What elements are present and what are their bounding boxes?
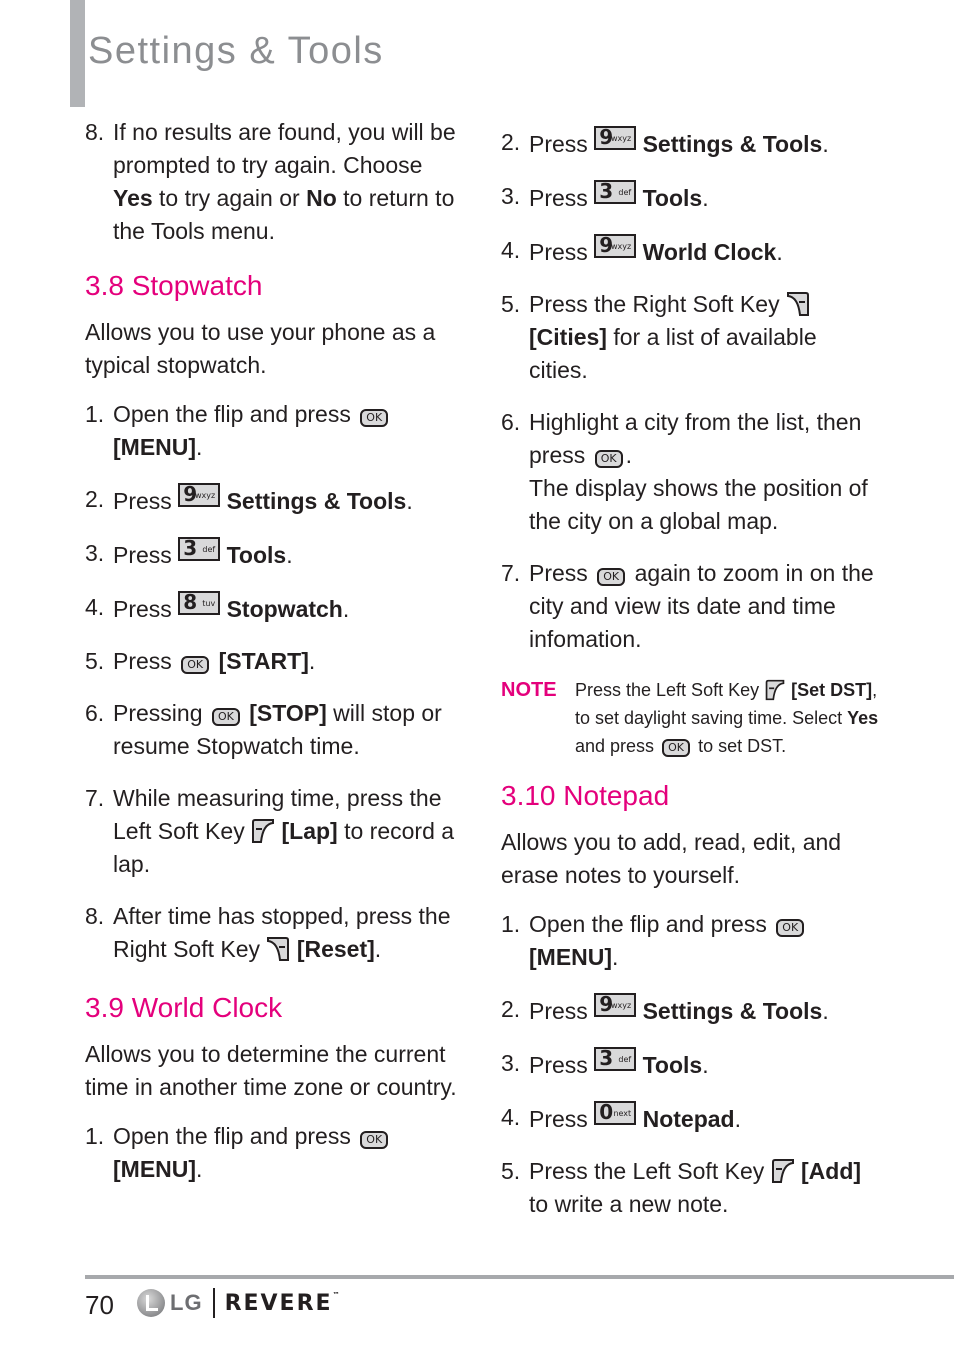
list-item: 7. While measuring time, press the Left S… [85,785,455,877]
list-item: 5. Press the Left Soft Key [Add] to write… [501,1158,862,1217]
ok-key-icon: OK [181,656,210,674]
ok-key-icon: OK [776,919,805,937]
right-soft-key-icon [267,937,290,961]
list-item: 8. If no results are found, you will be p… [85,119,456,244]
key-0-icon: 0 next [594,1101,637,1125]
list-item: 1. Open the flip and press OK [MENU]. [85,398,465,464]
title-bar-accent [70,0,85,107]
list-item: 6. Pressing OK [STOP] will stop or resume… [85,700,442,759]
list-item: 3. Press 3 def Tools. [85,536,293,568]
list-item: 3. Press 3 def Tools. [501,1046,709,1078]
note-body: Press the Left Soft Key [Set DST], to se… [575,679,879,757]
list-item: 3. Press 3 def Tools. [501,179,709,211]
key-9-icon: 9 wxyz [594,993,637,1017]
key-3-icon: 3 def [594,180,637,204]
key-3-icon: 3 def [178,537,221,561]
list-item: 5. Press the Right Soft Key [Cities] for … [501,291,817,383]
ok-key-icon: OK [360,1131,389,1149]
section-heading-notepad: 3.10 Notepad [501,780,670,811]
section-description: Allows you to determine the current time… [85,1041,457,1100]
page-title: Settings & Tools [88,30,384,72]
section-heading-stopwatch: 3.8 Stopwatch [85,270,263,301]
left-soft-key-icon [252,819,275,843]
key-9-icon: 9 wxyz [594,126,637,150]
brand-logo: LG REVERE™ [137,1288,342,1318]
key-9-icon: 9 wxyz [594,234,637,258]
ok-key-icon: OK [597,568,626,586]
product-name: REVERE™ [224,1290,342,1316]
list-item: 6. Highlight a city from the list, then p… [501,409,868,534]
footer-divider [85,1275,954,1279]
lg-logo-text: LG [170,1290,203,1315]
list-item: 4. Press 0 next Notepad. [501,1100,741,1132]
page-number: 70 [85,1290,114,1320]
section-description: Allows you to add, read, edit, and erase… [501,829,842,888]
list-item: 2. Press 9 wxyz Settings & Tools. [501,992,829,1024]
ok-key-icon: OK [662,739,691,757]
key-8-icon: 8 tuv [178,591,221,615]
list-item: 2. Press 9 wxyz Settings & Tools. [501,125,829,157]
key-3-icon: 3 def [594,1047,637,1071]
list-item: 4. Press 8 tuv Stopwatch. [85,590,350,622]
right-soft-key-icon [786,292,809,316]
ok-key-icon: OK [594,450,623,468]
section-description: Allows you to use your phone as a typica… [85,319,436,378]
list-item: 2. Press 9 wxyz Settings & Tools. [85,482,413,514]
ok-key-icon: OK [211,708,240,726]
left-soft-key-icon [765,679,785,701]
left-column: 8. If no results are found, you will be p… [85,116,465,1186]
list-item: 1. Open the flip and press OK [MENU]. [501,908,881,974]
note-label: NOTE [501,679,557,701]
left-soft-key-icon [771,1159,794,1183]
logo-separator [212,1288,215,1318]
right-column: 2. Press 9 wxyz Settings & Tools. 3. Press … [501,126,881,1221]
lg-logo-icon [137,1289,165,1317]
list-item: 1. Open the flip and press OK [MENU]. [85,1120,465,1186]
note-box: NOTE Press the Left Soft Key [Set DST], … [501,676,881,760]
list-item: 4. Press 9 wxyz World Clock. [501,233,783,265]
section-heading-world-clock: 3.9 World Clock [85,992,283,1023]
list-item: 5. Press OK [START]. [85,648,316,674]
list-item: 7. Press OK again to zoom in on the city … [501,560,874,652]
list-item: 8. After time has stopped, press the Righ… [85,903,451,962]
key-9-icon: 9 wxyz [178,483,221,507]
ok-key-icon: OK [360,409,389,427]
